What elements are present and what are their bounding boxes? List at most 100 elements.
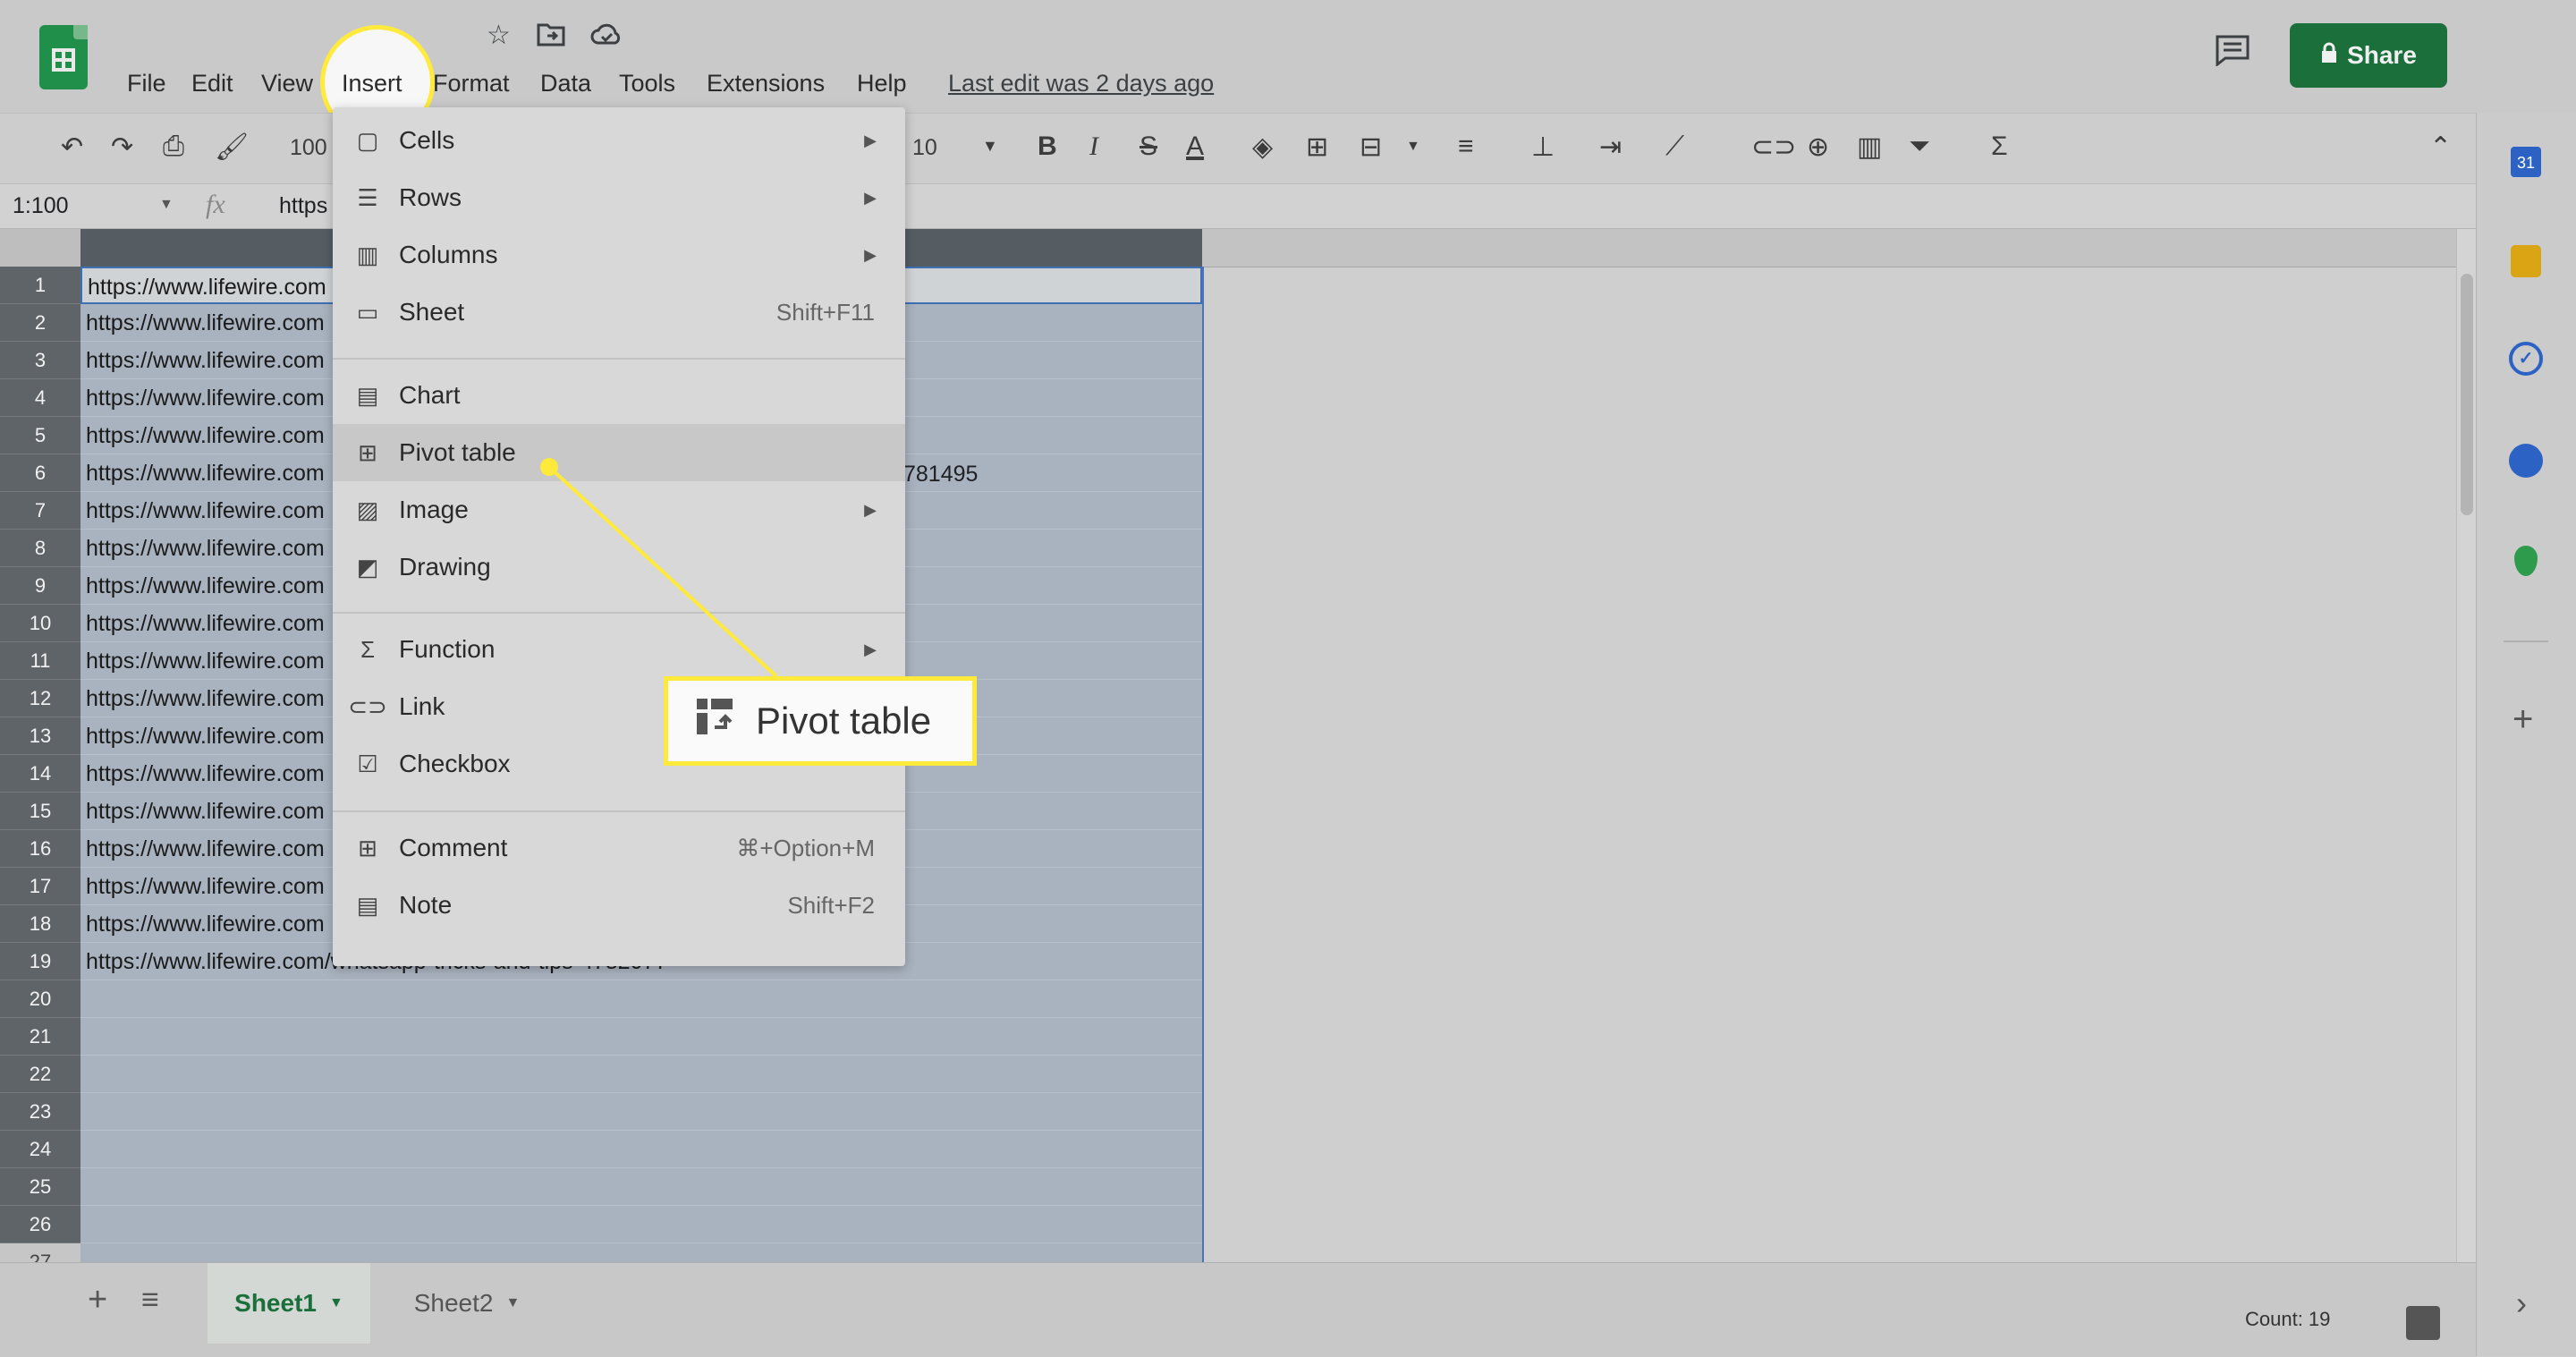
row-header[interactable]: 23 [0,1093,80,1131]
contacts-icon[interactable] [2509,444,2543,478]
text-color-icon[interactable]: A [1186,131,1204,162]
fill-color-icon[interactable]: ◈ [1252,131,1273,163]
collapse-menus-icon[interactable]: ⌃ [2429,131,2452,163]
functions-icon[interactable]: Σ [1991,131,2008,162]
row-header[interactable]: 10 [0,605,80,642]
last-edit-link[interactable]: Last edit was 2 days ago [948,70,1214,98]
zoom-select[interactable]: 100 [290,135,327,161]
row-header[interactable]: 14 [0,755,80,793]
row-header[interactable]: 1 [0,267,80,304]
keep-icon[interactable] [2511,245,2541,277]
borders-icon[interactable]: ⊞ [1306,131,1328,163]
font-size-dropdown-icon[interactable]: ▼ [982,137,998,156]
name-box-dropdown-icon[interactable]: ▼ [159,197,174,213]
table-cell[interactable] [80,1206,1202,1243]
menu-edit[interactable]: Edit [191,70,233,98]
vertical-align-icon[interactable]: ⊥ [1531,131,1555,163]
insert-comment-icon[interactable]: ⊕ [1807,131,1829,163]
show-side-panel-icon[interactable]: › [2516,1285,2527,1322]
column-headers[interactable] [1202,229,2462,267]
menu-item-rows[interactable]: ☰ Rows ▶ [333,169,905,226]
row-header[interactable]: 20 [0,980,80,1018]
table-cell[interactable] [80,980,1202,1018]
table-cell[interactable] [80,1131,1202,1168]
row-header[interactable]: 18 [0,905,80,943]
menu-item-drawing[interactable]: ◩ Drawing [333,539,905,596]
undo-icon[interactable]: ↶ [61,131,83,163]
add-sheet-icon[interactable]: + [88,1281,107,1319]
row-header[interactable]: 12 [0,680,80,717]
menu-extensions[interactable]: Extensions [707,70,825,98]
tab-sheet1[interactable]: Sheet1 ▼ [208,1263,370,1344]
name-box[interactable]: 1:100 [13,193,69,219]
horizontal-align-icon[interactable]: ≡ [1458,131,1474,162]
row-header[interactable]: 8 [0,530,80,567]
table-cell[interactable] [80,1093,1202,1131]
row-header[interactable]: 11 [0,642,80,680]
table-cell[interactable] [80,1243,1202,1262]
row-header[interactable]: 7 [0,492,80,530]
paint-format-icon[interactable]: 🖌 [215,131,249,163]
strikethrough-icon[interactable]: S [1140,131,1157,162]
row-header[interactable]: 9 [0,567,80,605]
tab-dropdown-icon[interactable]: ▼ [329,1295,343,1311]
star-icon[interactable]: ☆ [487,20,511,51]
menu-item-cells[interactable]: ▢ Cells ▶ [333,112,905,169]
row-header[interactable]: 3 [0,342,80,379]
row-header[interactable]: 21 [0,1018,80,1056]
menu-item-chart[interactable]: ▤ Chart [333,367,905,424]
row-header[interactable]: 15 [0,793,80,830]
table-cell[interactable] [80,1018,1202,1056]
merge-dropdown-icon[interactable]: ▼ [1406,139,1420,155]
comment-history-icon[interactable] [2215,34,2250,68]
maps-icon[interactable] [2514,546,2538,576]
menu-item-image[interactable]: ▨ Image ▶ [333,481,905,539]
calendar-icon[interactable]: 31 [2511,147,2541,177]
menu-item-columns[interactable]: ▥ Columns ▶ [333,226,905,284]
menu-help[interactable]: Help [857,70,907,98]
tab-sheet2[interactable]: Sheet2 ▼ [385,1263,549,1344]
select-all-corner[interactable] [0,229,81,267]
menu-file[interactable]: File [127,70,166,98]
row-header[interactable]: 6 [0,454,80,492]
menu-format[interactable]: Format [433,70,510,98]
font-size-select[interactable]: 10 [912,135,937,161]
menu-item-function[interactable]: Σ Function ▶ [333,621,905,678]
row-header[interactable]: 19 [0,943,80,980]
row-header[interactable]: 5 [0,417,80,454]
row-header[interactable]: 16 [0,830,80,868]
row-header[interactable]: 17 [0,868,80,905]
row-header[interactable]: 26 [0,1206,80,1243]
row-header[interactable]: 22 [0,1056,80,1093]
row-header[interactable]: 4 [0,379,80,417]
menu-item-pivot-table[interactable]: ⊞ Pivot table [333,424,905,481]
menu-insert[interactable]: Insert [342,70,402,98]
redo-icon[interactable]: ↷ [111,131,133,163]
row-header[interactable]: 13 [0,717,80,755]
cloud-status-icon[interactable] [590,21,623,54]
merge-cells-icon[interactable]: ⊟ [1360,131,1382,163]
menu-item-note[interactable]: ▤ Note Shift+F2 [333,877,905,934]
bold-icon[interactable]: B [1038,131,1057,162]
row-header[interactable]: 27 [0,1243,80,1262]
row-header[interactable]: 25 [0,1168,80,1206]
tasks-icon[interactable]: ✓ [2509,342,2543,376]
menu-tools[interactable]: Tools [619,70,675,98]
insert-link-icon[interactable]: ⊂⊃ [1751,131,1796,163]
italic-icon[interactable]: I [1089,131,1098,162]
filter-icon[interactable]: ⏷ [1909,131,1930,162]
share-button[interactable]: Share [2290,23,2447,88]
tab-dropdown-icon[interactable]: ▼ [505,1295,520,1311]
menu-data[interactable]: Data [540,70,591,98]
menu-view[interactable]: View [261,70,313,98]
text-wrapping-icon[interactable]: ⇥ [1599,131,1622,163]
table-cell[interactable] [80,1168,1202,1206]
print-icon[interactable]: ⎙ [163,131,184,162]
scrollbar-thumb[interactable] [2461,274,2473,515]
insert-chart-icon[interactable]: ▥ [1857,131,1882,163]
table-cell[interactable] [80,1056,1202,1093]
row-header[interactable]: 2 [0,304,80,342]
status-count[interactable]: Count: 19 [2245,1308,2330,1331]
vertical-scrollbar[interactable] [2456,229,2477,1262]
sheets-logo-icon[interactable] [39,25,88,89]
